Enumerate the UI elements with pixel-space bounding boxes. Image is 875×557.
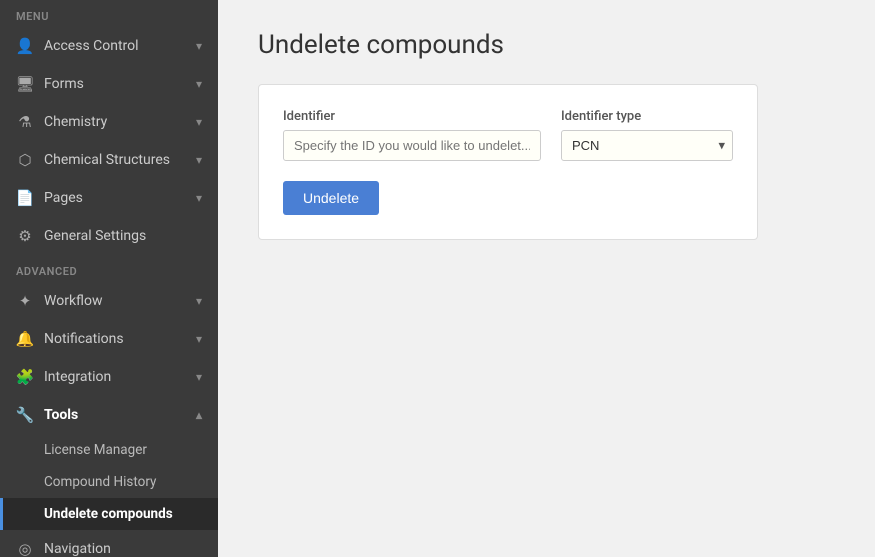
sidebar-item-tools[interactable]: 🔧 Tools ▴ xyxy=(0,396,218,434)
integration-icon: 🧩 xyxy=(16,368,34,386)
sidebar-sub-item-compound-history[interactable]: Compound History xyxy=(0,466,218,498)
menu-section-label: MENU xyxy=(0,0,218,27)
sidebar-item-notifications[interactable]: 🔔 Notifications ▾ xyxy=(0,320,218,358)
identifier-type-label: Identifier type xyxy=(561,109,733,124)
chevron-up-icon: ▴ xyxy=(196,408,202,422)
chevron-down-icon: ▾ xyxy=(196,191,202,205)
sidebar-item-label: General Settings xyxy=(44,228,146,244)
sidebar-item-pages[interactable]: 📄 Pages ▾ xyxy=(0,179,218,217)
sidebar-sub-item-undelete-compounds[interactable]: Undelete compounds xyxy=(0,498,218,530)
sidebar-item-access-control[interactable]: 👤 Access Control ▾ xyxy=(0,27,218,65)
sidebar-item-label: Navigation xyxy=(44,541,111,557)
sidebar-item-label: Workflow xyxy=(44,293,103,309)
chevron-down-icon: ▾ xyxy=(196,115,202,129)
main-content: Undelete compounds Identifier Identifier… xyxy=(218,0,875,557)
chemical-structures-icon: ⬡ xyxy=(16,151,34,169)
advanced-section-label: ADVANCED xyxy=(0,255,218,282)
notifications-icon: 🔔 xyxy=(16,330,34,348)
chevron-down-icon: ▾ xyxy=(196,370,202,384)
page-title: Undelete compounds xyxy=(258,30,835,60)
sidebar-item-label: Tools xyxy=(44,407,78,423)
chevron-down-icon: ▾ xyxy=(196,39,202,53)
sidebar-item-label: Chemistry xyxy=(44,114,107,130)
access-control-icon: 👤 xyxy=(16,37,34,55)
undelete-button[interactable]: Undelete xyxy=(283,181,379,215)
forms-icon: 🖥 xyxy=(16,75,34,93)
sidebar-item-general-settings[interactable]: ⚙ General Settings xyxy=(0,217,218,255)
identifier-type-select-wrapper: PCN CAS SMILES InChI xyxy=(561,130,733,161)
navigation-icon: ◎ xyxy=(16,540,34,557)
form-row: Identifier Identifier type PCN CAS SMILE… xyxy=(283,109,733,161)
sidebar-item-label: Notifications xyxy=(44,331,124,347)
general-settings-icon: ⚙ xyxy=(16,227,34,245)
tools-icon: 🔧 xyxy=(16,406,34,424)
identifier-group: Identifier xyxy=(283,109,541,161)
chevron-down-icon: ▾ xyxy=(196,294,202,308)
sidebar-item-label: Pages xyxy=(44,190,83,206)
chevron-down-icon: ▾ xyxy=(196,153,202,167)
identifier-type-group: Identifier type PCN CAS SMILES InChI xyxy=(561,109,733,161)
chevron-down-icon: ▾ xyxy=(196,77,202,91)
sidebar-item-label: Chemical Structures xyxy=(44,152,170,168)
workflow-icon: ✦ xyxy=(16,292,34,310)
chevron-down-icon: ▾ xyxy=(196,332,202,346)
sidebar-item-label: Integration xyxy=(44,369,111,385)
sidebar: MENU 👤 Access Control ▾ 🖥 Forms ▾ ⚗ Chem… xyxy=(0,0,218,557)
form-card: Identifier Identifier type PCN CAS SMILE… xyxy=(258,84,758,240)
identifier-label: Identifier xyxy=(283,109,541,124)
sidebar-item-workflow[interactable]: ✦ Workflow ▾ xyxy=(0,282,218,320)
sidebar-sub-item-license-manager[interactable]: License Manager xyxy=(0,434,218,466)
chemistry-icon: ⚗ xyxy=(16,113,34,131)
identifier-input[interactable] xyxy=(283,130,541,161)
sidebar-item-forms[interactable]: 🖥 Forms ▾ xyxy=(0,65,218,103)
sidebar-item-label: Access Control xyxy=(44,38,139,54)
sidebar-item-chemical-structures[interactable]: ⬡ Chemical Structures ▾ xyxy=(0,141,218,179)
identifier-type-select[interactable]: PCN CAS SMILES InChI xyxy=(561,130,733,161)
sidebar-item-integration[interactable]: 🧩 Integration ▾ xyxy=(0,358,218,396)
sidebar-item-navigation[interactable]: ◎ Navigation xyxy=(0,530,218,557)
pages-icon: 📄 xyxy=(16,189,34,207)
sidebar-item-chemistry[interactable]: ⚗ Chemistry ▾ xyxy=(0,103,218,141)
sidebar-item-label: Forms xyxy=(44,76,84,92)
